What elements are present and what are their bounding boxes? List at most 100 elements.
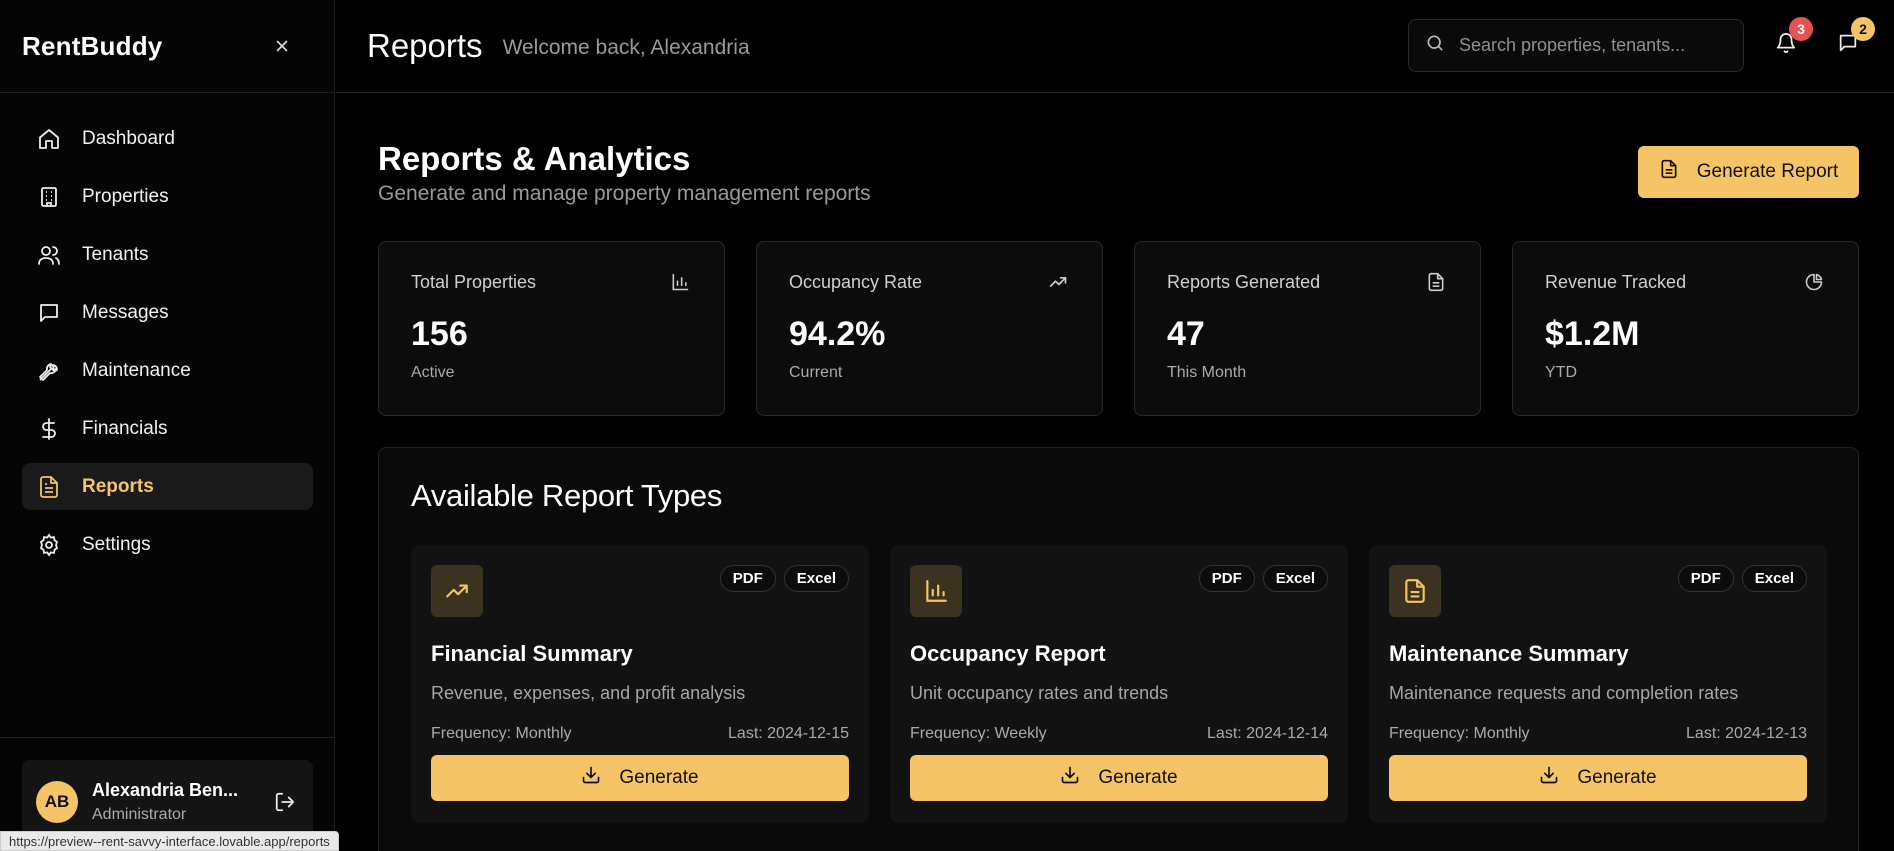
report-frequency: Frequency: Monthly [431,725,572,742]
report-types-panel: Available Report Types PDF Excel Financi… [378,447,1859,851]
generate-report-label: Generate Report [1696,161,1839,182]
stat-card-occupancy-rate: Occupancy Rate 94.2% Current [756,241,1103,416]
report-name: Financial Summary [431,641,633,666]
report-meta: Frequency: Monthly Last: 2024-12-13 [1389,725,1807,743]
user-meta: Alexandria Ben... Administrator [92,780,271,824]
top-header: Reports Welcome back, Alexandria 3 2 [336,0,1894,93]
report-card-maintenance-summary: PDF Excel Maintenance Summary Maintenanc… [1369,545,1827,823]
building-icon [36,184,62,210]
user-name: Alexandria Ben... [92,780,239,800]
file-text-icon [1659,159,1679,185]
stat-label: Total Properties [411,272,537,292]
generate-occupancy-report-button[interactable]: Generate [910,755,1328,801]
status-url: https://preview--rent-savvy-interface.lo… [0,831,339,851]
sidebar-item-label: Settings [82,533,151,555]
stat-value: 156 [411,315,468,353]
sidebar-item-reports[interactable]: Reports [22,463,313,510]
sidebar-item-label: Reports [82,475,154,497]
stats-row: Total Properties 156 Active Occupancy Ra… [378,241,1859,416]
sidebar-item-properties[interactable]: Properties [22,173,313,220]
brand-logo: RentBuddy [22,30,163,61]
format-tag-pdf: PDF [719,565,776,592]
users-icon [36,242,62,268]
stat-note: Current [789,364,843,381]
generate-financial-summary-button[interactable]: Generate [431,755,849,801]
search-box [1408,19,1744,72]
report-description: Maintenance requests and completion rate… [1389,683,1739,703]
notifications-button[interactable]: 3 [1773,17,1813,58]
avatar: AB [36,781,78,823]
sidebar-item-label: Dashboard [82,127,175,149]
stat-note: Active [411,364,455,381]
report-last-date: Last: 2024-12-15 [728,725,849,742]
sidebar-item-settings[interactable]: Settings [22,521,313,568]
sidebar-item-label: Financials [82,417,168,439]
sidebar-item-label: Messages [82,301,169,323]
stat-card-total-properties: Total Properties 156 Active [378,241,725,416]
stat-value: 94.2% [789,315,886,353]
stat-label: Revenue Tracked [1545,272,1687,292]
format-tag-excel: Excel [1741,565,1807,592]
pie-chart-icon [1804,272,1826,294]
format-tag-excel: Excel [1262,565,1328,592]
messages-badge: 2 [1851,17,1875,41]
download-icon [1539,765,1559,791]
home-icon [36,126,62,152]
bar-chart-icon [910,565,962,617]
dollar-icon [36,416,62,442]
sidebar: RentBuddy Dashboard Properties Tenants M… [0,0,335,851]
notification-badge: 3 [1789,17,1813,41]
report-types-list: PDF Excel Financial Summary Revenue, exp… [411,545,1827,823]
report-types-title: Available Report Types [411,478,723,513]
format-tags: PDF Excel [1677,565,1807,592]
brand-row: RentBuddy [0,0,334,93]
report-last-date: Last: 2024-12-13 [1686,725,1807,742]
messages-button[interactable]: 2 [1835,17,1875,58]
stat-note: This Month [1167,364,1247,381]
sidebar-item-maintenance[interactable]: Maintenance [22,347,313,394]
report-meta: Frequency: Monthly Last: 2024-12-15 [431,725,849,743]
generate-label: Generate [1577,767,1657,788]
sidebar-item-dashboard[interactable]: Dashboard [22,115,313,162]
format-tag-excel: Excel [783,565,849,592]
report-description: Unit occupancy rates and trends [910,683,1169,703]
search-input[interactable] [1459,35,1719,56]
stat-value: 47 [1167,315,1205,353]
trending-up-icon [431,565,483,617]
sidebar-item-financials[interactable]: Financials [22,405,313,452]
generate-maintenance-summary-button[interactable]: Generate [1389,755,1807,801]
message-icon [36,300,62,326]
file-text-icon [1389,565,1441,617]
sidebar-nav: Dashboard Properties Tenants Messages Ma… [0,93,334,568]
sidebar-item-messages[interactable]: Messages [22,289,313,336]
report-name: Maintenance Summary [1389,641,1629,666]
sidebar-item-label: Properties [82,185,169,207]
logout-icon[interactable] [271,788,299,816]
report-frequency: Frequency: Monthly [1389,725,1530,742]
format-tag-pdf: PDF [1198,565,1255,592]
section-subtitle: Generate and manage property management … [378,182,871,205]
page-title: Reports [367,27,483,64]
stat-label: Reports Generated [1167,272,1321,292]
main-content: Reports & Analytics Generate and manage … [336,94,1894,851]
bar-chart-icon [670,272,692,294]
trending-up-icon [1048,272,1070,294]
sidebar-item-label: Maintenance [82,359,191,381]
generate-report-button[interactable]: Generate Report [1638,146,1859,198]
report-meta: Frequency: Weekly Last: 2024-12-14 [910,725,1328,743]
report-frequency: Frequency: Weekly [910,725,1047,742]
close-icon[interactable] [270,34,294,58]
report-name: Occupancy Report [910,641,1106,666]
report-last-date: Last: 2024-12-14 [1207,725,1328,742]
section-title: Reports & Analytics [378,140,691,177]
generate-label: Generate [619,767,699,788]
stat-label: Occupancy Rate [789,272,923,292]
file-text-icon [1426,272,1448,294]
format-tags: PDF Excel [719,565,849,592]
generate-label: Generate [1098,767,1178,788]
sidebar-item-tenants[interactable]: Tenants [22,231,313,278]
stat-card-reports-generated: Reports Generated 47 This Month [1134,241,1481,416]
report-card-financial-summary: PDF Excel Financial Summary Revenue, exp… [411,545,869,823]
search-icon [1425,33,1445,58]
report-card-occupancy-report: PDF Excel Occupancy Report Unit occupanc… [890,545,1348,823]
